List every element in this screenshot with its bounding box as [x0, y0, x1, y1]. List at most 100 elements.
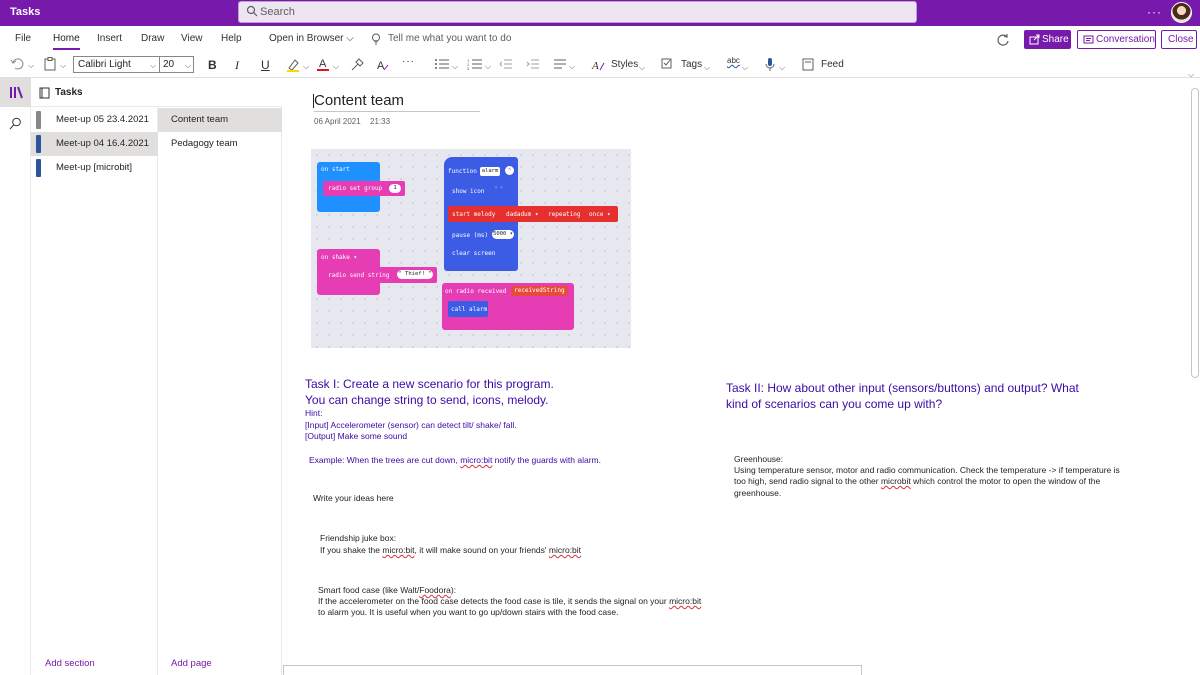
page-item[interactable]: Pedagogy team: [158, 132, 282, 156]
title-bar: Tasks Search ···: [0, 0, 1200, 26]
numbering-chevron-icon[interactable]: ⌵: [485, 62, 491, 72]
add-section-button[interactable]: Add section: [45, 658, 95, 669]
page-title[interactable]: Content team: [313, 92, 480, 112]
more-options-icon[interactable]: ···: [1147, 5, 1162, 19]
section-color-tab: [36, 159, 41, 177]
highlighter-icon[interactable]: [286, 58, 300, 72]
notebook-header[interactable]: Tasks: [31, 78, 282, 107]
svg-text:A: A: [377, 60, 385, 72]
styles-label[interactable]: Styles: [611, 59, 638, 77]
page-item[interactable]: Content team: [158, 108, 282, 132]
call-alarm-label: call alarm: [451, 306, 488, 313]
format-painter-icon[interactable]: [350, 58, 364, 72]
task1-hint[interactable]: Hint:: [305, 407, 322, 419]
idea2-line2[interactable]: to alarm you. It is useful when you want…: [318, 606, 619, 618]
bold-button[interactable]: B: [208, 58, 217, 76]
tab-draw[interactable]: Draw: [141, 33, 164, 44]
close-button[interactable]: Close: [1161, 30, 1197, 49]
highlight-chevron-icon[interactable]: ⌵: [303, 62, 309, 72]
bullets-icon[interactable]: [434, 58, 450, 70]
feed-icon[interactable]: [802, 58, 815, 71]
spelling-icon[interactable]: abc: [727, 56, 740, 74]
section-color-tab: [36, 135, 41, 153]
section-item[interactable]: Meet-up [microbit]: [31, 156, 158, 180]
microphone-icon[interactable]: [765, 57, 775, 72]
notebook-icon: [39, 87, 50, 99]
idea1-mid: , it will make sound on your friends': [414, 545, 549, 555]
section-list: Meet-up 05 23.4.2021 Meet-up 04 16.4.202…: [31, 107, 158, 675]
tags-label[interactable]: Tags: [681, 59, 702, 77]
font-color-chevron-icon[interactable]: ⌵: [333, 62, 339, 72]
clipboard-icon[interactable]: [44, 57, 56, 71]
font-size-select[interactable]: 20 ⌵: [159, 56, 194, 73]
notebook-name: Tasks: [55, 87, 83, 98]
tab-open-in-browser[interactable]: Open in Browser ⌵: [269, 33, 354, 44]
led-pattern-icon: ⁘⁘: [494, 185, 505, 191]
task1-output-hint[interactable]: [Output] Make some sound: [305, 430, 407, 442]
notebooks-rail-button[interactable]: [0, 78, 31, 107]
chat-icon: [1083, 35, 1094, 44]
greenhouse-line3[interactable]: greenhouse.: [734, 487, 781, 499]
clipboard-chevron-icon[interactable]: ⌵: [60, 61, 66, 71]
font-family-select[interactable]: Calibri Light ⌵: [73, 56, 160, 73]
on-start-label: on start: [321, 166, 350, 173]
write-ideas-prompt[interactable]: Write your ideas here: [313, 492, 394, 504]
undo-chevron-icon[interactable]: ⌵: [28, 61, 34, 71]
tab-view[interactable]: View: [181, 33, 203, 44]
bullets-chevron-icon[interactable]: ⌵: [452, 62, 458, 72]
search-icon[interactable]: [9, 117, 22, 130]
spelling-chevron-icon[interactable]: ⌵: [742, 63, 748, 73]
section-label: Meet-up [microbit]: [56, 162, 133, 173]
section-item[interactable]: Meet-up 05 23.4.2021: [31, 108, 158, 132]
italic-button[interactable]: I: [235, 58, 239, 76]
task2-heading-line1[interactable]: Task II: How about other input (sensors/…: [726, 380, 1079, 396]
increase-indent-icon[interactable]: [526, 58, 540, 70]
page-label: Pedagogy team: [171, 138, 238, 149]
section-item[interactable]: Meet-up 04 16.4.2021: [31, 132, 158, 156]
align-chevron-icon[interactable]: ⌵: [569, 62, 575, 72]
dictate-chevron-icon[interactable]: ⌵: [779, 63, 785, 73]
tab-home[interactable]: Home: [53, 33, 80, 50]
clear-formatting-icon[interactable]: A: [376, 58, 390, 72]
scrollbar-thumb[interactable]: [1191, 88, 1199, 378]
align-icon[interactable]: [553, 58, 567, 70]
tags-chevron-icon[interactable]: ⌵: [704, 63, 710, 73]
underline-button[interactable]: U: [261, 58, 270, 76]
numbering-icon[interactable]: 123: [467, 58, 483, 70]
task1-example[interactable]: Example: When the trees are cut down, mi…: [309, 454, 601, 466]
on-shake-label: on shake ▾: [321, 254, 358, 261]
tab-help[interactable]: Help: [221, 33, 242, 44]
received-var: receivedString: [511, 286, 568, 296]
tab-file[interactable]: File: [15, 33, 31, 44]
avatar[interactable]: [1171, 2, 1192, 23]
styles-icon[interactable]: A: [591, 58, 605, 72]
collapse-icon: ⌃: [505, 166, 514, 175]
task1-heading-line2[interactable]: You can change string to send, icons, me…: [305, 392, 549, 408]
idea1-text[interactable]: If you shake the micro:bit, it will make…: [320, 544, 581, 556]
idea2-line1-prefix: If the accelerometer on the food case de…: [318, 596, 670, 606]
greenhouse-line2[interactable]: too high, send radio signal to the other…: [734, 475, 1100, 487]
task2-heading-line2[interactable]: kind of scenarios can you come up with?: [726, 396, 942, 412]
font-color-icon[interactable]: A: [316, 57, 330, 72]
feed-label[interactable]: Feed: [821, 59, 844, 77]
decrease-indent-icon[interactable]: [499, 58, 513, 70]
call-alarm-block: call alarm: [448, 301, 488, 317]
function-label: function: [448, 168, 477, 175]
search-input[interactable]: Search: [238, 1, 917, 23]
horizontal-scrollbar[interactable]: [283, 665, 862, 675]
tag-icon[interactable]: [661, 58, 675, 72]
sync-icon[interactable]: [996, 33, 1010, 47]
close-label: Close: [1168, 34, 1194, 45]
more-formatting-icon[interactable]: ···: [402, 56, 415, 74]
conversation-button[interactable]: Conversation: [1077, 30, 1156, 49]
tab-insert[interactable]: Insert: [97, 33, 122, 44]
styles-chevron-icon[interactable]: ⌵: [639, 63, 645, 73]
undo-icon[interactable]: [10, 58, 24, 70]
share-button[interactable]: Share: [1024, 30, 1071, 49]
idea1-title[interactable]: Friendship juke box:: [320, 532, 396, 544]
makecode-blocks-image[interactable]: on start radio set group 1 function alar…: [311, 149, 631, 348]
add-page-button[interactable]: Add page: [171, 658, 212, 669]
task1-heading-line1[interactable]: Task I: Create a new scenario for this p…: [305, 376, 554, 392]
section-label: Meet-up 05 23.4.2021: [56, 114, 149, 125]
font-family-value: Calibri Light: [78, 59, 131, 70]
